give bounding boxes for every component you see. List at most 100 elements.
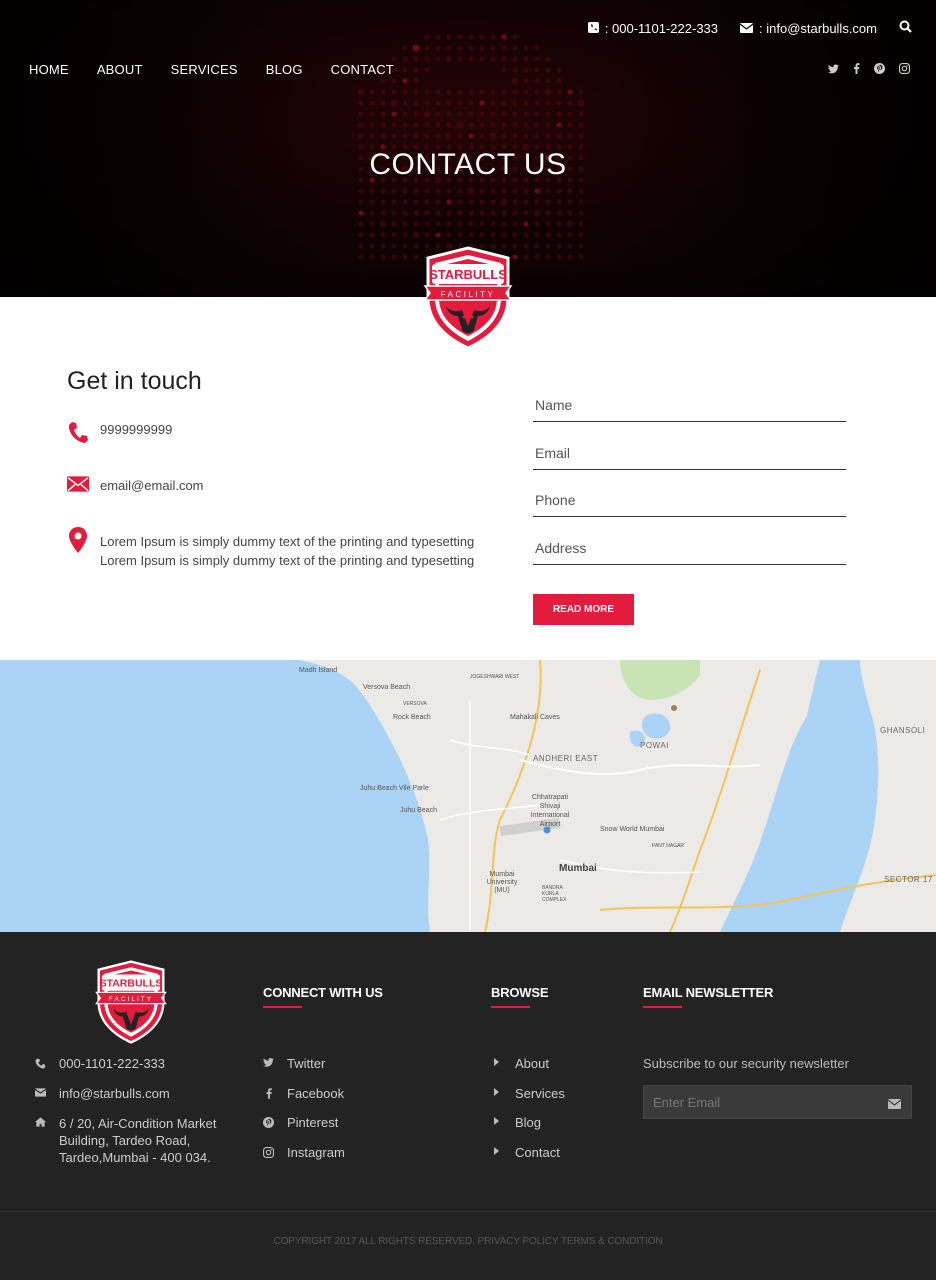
read-more-button[interactable]: READ MORE bbox=[533, 594, 634, 625]
map-label: PANT NAGAR bbox=[652, 843, 685, 849]
footer-link-label: Blog bbox=[515, 1115, 542, 1130]
twitter-icon bbox=[263, 1056, 274, 1067]
facebook-icon[interactable] bbox=[853, 61, 860, 79]
footer-link-blog[interactable]: Blog bbox=[491, 1115, 541, 1130]
contact-email[interactable]: email@email.com bbox=[67, 476, 204, 493]
logo-subtext: FACILITY bbox=[441, 290, 496, 299]
email-field[interactable] bbox=[533, 437, 846, 468]
contact-form bbox=[533, 390, 846, 580]
footer-link-label: Instagram bbox=[287, 1145, 345, 1160]
home-icon bbox=[35, 1115, 46, 1127]
envelope-icon bbox=[739, 21, 754, 36]
footer-logo-text: STARBULLS bbox=[100, 978, 163, 990]
nav-about[interactable]: ABOUT bbox=[97, 62, 143, 77]
contact-heading: Get in touch bbox=[67, 367, 202, 395]
top-contact-bar: : 000-1101-222-333 : info@starbulls.com bbox=[587, 20, 912, 36]
phone-field[interactable] bbox=[533, 485, 846, 515]
map-label: BANDRA KURLA COMPLEX bbox=[542, 885, 567, 903]
phone-icon bbox=[67, 421, 89, 443]
browse-heading: BROWSE bbox=[491, 985, 549, 1008]
page-title: CONTACT US bbox=[369, 148, 567, 181]
caret-right-icon bbox=[491, 1115, 502, 1125]
instagram-icon[interactable] bbox=[899, 61, 910, 79]
footer-link-label: About bbox=[515, 1056, 549, 1071]
email-field-wrap bbox=[533, 437, 846, 470]
map-label: Madh Island bbox=[299, 667, 338, 674]
top-email-text: : info@starbulls.com bbox=[759, 20, 877, 36]
footer-link-label: Services bbox=[515, 1086, 565, 1101]
map-label: Snow World Mumbai bbox=[600, 826, 665, 833]
footer-logo[interactable]: STARBULLS FACILITY bbox=[92, 960, 170, 1044]
pinterest-icon[interactable] bbox=[874, 61, 885, 79]
search-icon[interactable] bbox=[899, 20, 912, 36]
footer-phone-text: 000-1101-222-333 bbox=[59, 1056, 166, 1071]
map-label: Juhu Beach bbox=[400, 807, 437, 814]
caret-right-icon bbox=[491, 1056, 502, 1066]
site-footer: STARBULLS FACILITY 000-1101-222-333 info… bbox=[0, 932, 936, 1280]
map-canvas bbox=[300, 660, 936, 932]
map-label: SECTOR 17 bbox=[884, 875, 933, 884]
nav-services[interactable]: SERVICES bbox=[171, 62, 238, 77]
footer-link-instagram[interactable]: Instagram bbox=[263, 1145, 345, 1160]
newsletter-text: Subscribe to our security newsletter bbox=[643, 1056, 849, 1071]
contact-phone[interactable]: 9999999999 bbox=[67, 421, 172, 443]
footer-link-pinterest[interactable]: Pinterest bbox=[263, 1115, 338, 1130]
footer-link-label: Facebook bbox=[287, 1086, 345, 1101]
footer-link-services[interactable]: Services bbox=[491, 1086, 565, 1101]
footer-link-label: Twitter bbox=[287, 1056, 326, 1071]
map-label: Mahakali Caves bbox=[510, 714, 560, 721]
map-label: Rock Beach bbox=[393, 714, 431, 721]
footer-link-about[interactable]: About bbox=[491, 1056, 549, 1071]
footer-divider bbox=[0, 1211, 936, 1212]
map-label: Mumbai bbox=[559, 863, 597, 874]
phone-icon bbox=[35, 1056, 46, 1069]
top-phone-text: : 000-1101-222-333 bbox=[604, 20, 719, 36]
map-label: Versova Beach bbox=[363, 684, 411, 691]
map-label: Chhatrapati Shivaji International Airpor… bbox=[530, 794, 570, 828]
envelope-icon bbox=[67, 476, 89, 492]
phone-icon bbox=[587, 21, 599, 36]
facebook-icon bbox=[263, 1086, 274, 1099]
map-label: VERSOVA bbox=[403, 701, 427, 707]
newsletter-email-input[interactable] bbox=[644, 1086, 874, 1118]
envelope-icon bbox=[35, 1086, 46, 1097]
name-field[interactable] bbox=[533, 390, 846, 420]
social-links bbox=[828, 61, 910, 79]
nav-home[interactable]: HOME bbox=[29, 62, 69, 77]
pinterest-icon bbox=[263, 1115, 274, 1128]
footer-link-facebook[interactable]: Facebook bbox=[263, 1086, 344, 1101]
top-email[interactable]: : info@starbulls.com bbox=[739, 20, 877, 36]
location-pin-icon bbox=[67, 527, 89, 553]
map-label: JOGESHWARI WEST bbox=[470, 674, 520, 680]
footer-email[interactable]: info@starbulls.com bbox=[35, 1086, 170, 1101]
name-field-wrap bbox=[533, 390, 846, 422]
main-nav: HOME ABOUT SERVICES BLOG CONTACT bbox=[29, 62, 394, 77]
caret-right-icon bbox=[491, 1145, 502, 1155]
nav-blog[interactable]: BLOG bbox=[266, 62, 303, 77]
map-label: POWAI bbox=[640, 741, 669, 750]
location-map[interactable]: Madh Island Versova Beach VERSOVA JOGESH… bbox=[0, 660, 936, 932]
twitter-icon[interactable] bbox=[828, 61, 839, 79]
footer-link-contact[interactable]: Contact bbox=[491, 1145, 560, 1160]
footer-link-label: Contact bbox=[515, 1145, 560, 1160]
connect-heading: CONNECT WITH US bbox=[263, 985, 383, 1008]
brand-logo[interactable]: STARBULLS FACILITY bbox=[420, 246, 516, 350]
top-phone[interactable]: : 000-1101-222-333 bbox=[587, 20, 719, 36]
logo-text: STARBULLS bbox=[429, 267, 507, 282]
address-field[interactable] bbox=[533, 532, 846, 563]
footer-email-text: info@starbulls.com bbox=[59, 1086, 170, 1101]
footer-phone[interactable]: 000-1101-222-333 bbox=[35, 1056, 165, 1071]
footer-link-twitter[interactable]: Twitter bbox=[263, 1056, 325, 1071]
nav-contact[interactable]: CONTACT bbox=[331, 62, 394, 77]
newsletter-heading: EMAIL NEWSLETTER bbox=[643, 985, 774, 1008]
footer-address-text: 6 / 20, Air-Condition Market Building, T… bbox=[59, 1116, 217, 1165]
contact-address: Lorem Ipsum is simply dummy text of the … bbox=[67, 527, 474, 570]
map-label: ANDHERI EAST bbox=[533, 754, 599, 763]
copyright-text: COPYRIGHT 2017 ALL RIGHTS RESERVED. PRIV… bbox=[273, 1236, 663, 1247]
instagram-icon bbox=[263, 1145, 274, 1158]
caret-right-icon bbox=[491, 1086, 502, 1096]
footer-link-label: Pinterest bbox=[287, 1115, 339, 1130]
contact-phone-text: 9999999999 bbox=[100, 422, 173, 437]
map-label: Juhu Beach Vile Parle bbox=[360, 785, 429, 792]
envelope-icon[interactable] bbox=[887, 1096, 902, 1114]
